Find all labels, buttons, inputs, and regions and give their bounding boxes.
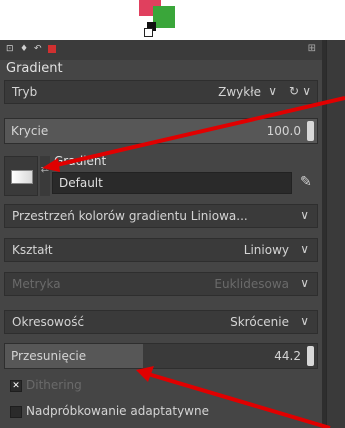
offset-slider[interactable]: Przesunięcie 44.2: [4, 343, 318, 369]
adaptive-check-icon[interactable]: [10, 406, 22, 418]
dithering-check-icon[interactable]: ✕: [10, 380, 22, 392]
mode-select[interactable]: Tryb Zwykłe ∨ ↻ ∨: [4, 80, 318, 104]
dock-menu-icon[interactable]: ⊞: [308, 43, 316, 54]
gradient-name: Default: [59, 176, 103, 190]
dock-tab-strip: ⊡ ♦ ↶ ⊞: [0, 40, 322, 60]
gradient-chooser: ⇄ Gradient Default ✎: [4, 152, 318, 198]
metric-select: Metryka Euklidesowa ∨: [4, 272, 318, 296]
offset-label: Przesunięcie: [11, 349, 87, 363]
opacity-label: Krycie: [11, 124, 49, 138]
tool-options-icon[interactable]: ⊡: [6, 45, 14, 54]
tool-options-panel: ⊡ ♦ ↶ ⊞ Gradient Tryb Zwykłe ∨ ↻ ∨ Kryci…: [0, 40, 322, 428]
opacity-slider[interactable]: Krycie 100.0: [4, 118, 318, 144]
fg-bg-color-swatch[interactable]: [133, 0, 181, 40]
chevron-down-icon: ∨: [300, 314, 309, 328]
gradient-preview-button[interactable]: [4, 156, 38, 196]
shape-select[interactable]: Kształt Liniowy ∨: [4, 238, 318, 262]
reverse-gradient-icon[interactable]: ⇄: [40, 156, 50, 196]
offset-spin-button[interactable]: [307, 346, 314, 366]
chevron-down-icon: ∨: [300, 276, 309, 290]
chevron-down-icon: ∨: [300, 208, 309, 222]
edit-gradient-icon[interactable]: ✎: [300, 174, 316, 190]
adaptive-label: Nadpróbkowanie adaptatywne: [26, 404, 209, 418]
vertical-ruler: [326, 40, 345, 428]
mode-label: Tryb: [12, 85, 38, 99]
dithering-label: Dithering: [26, 378, 82, 392]
reset-mode-icon[interactable]: ↻: [289, 84, 299, 98]
mode-value: Zwykłe: [218, 85, 261, 99]
images-icon[interactable]: [48, 45, 56, 53]
blend-color-space-value: Przestrzeń kolorów gradientu Liniowa...: [12, 209, 248, 223]
chevron-down-icon: ∨: [302, 84, 311, 98]
shape-value: Liniowy: [243, 243, 289, 257]
foreground-color-icon[interactable]: [153, 6, 175, 28]
metric-label: Metryka: [12, 277, 61, 291]
gradient-label: Gradient: [54, 154, 107, 168]
panel-title: Gradient: [6, 61, 63, 76]
chevron-down-icon: ∨: [300, 242, 309, 256]
chevron-down-icon: ∨: [268, 84, 277, 98]
offset-value: 44.2: [274, 349, 301, 363]
opacity-spin-button[interactable]: [307, 121, 314, 141]
gradient-name-field[interactable]: Default: [52, 172, 292, 194]
device-status-icon[interactable]: ♦: [20, 45, 28, 54]
undo-icon[interactable]: ↶: [34, 45, 42, 54]
opacity-value: 100.0: [266, 124, 301, 138]
gradient-swatch: [11, 170, 33, 184]
blend-color-space-select[interactable]: Przestrzeń kolorów gradientu Liniowa... …: [4, 204, 318, 228]
metric-value: Euklidesowa: [214, 277, 289, 291]
shape-label: Kształt: [12, 243, 53, 257]
repeat-value: Skrócenie: [230, 315, 289, 329]
repeat-select[interactable]: Okresowość Skrócenie ∨: [4, 310, 318, 334]
swap-colors-icon[interactable]: [144, 28, 153, 37]
repeat-label: Okresowość: [12, 315, 85, 329]
